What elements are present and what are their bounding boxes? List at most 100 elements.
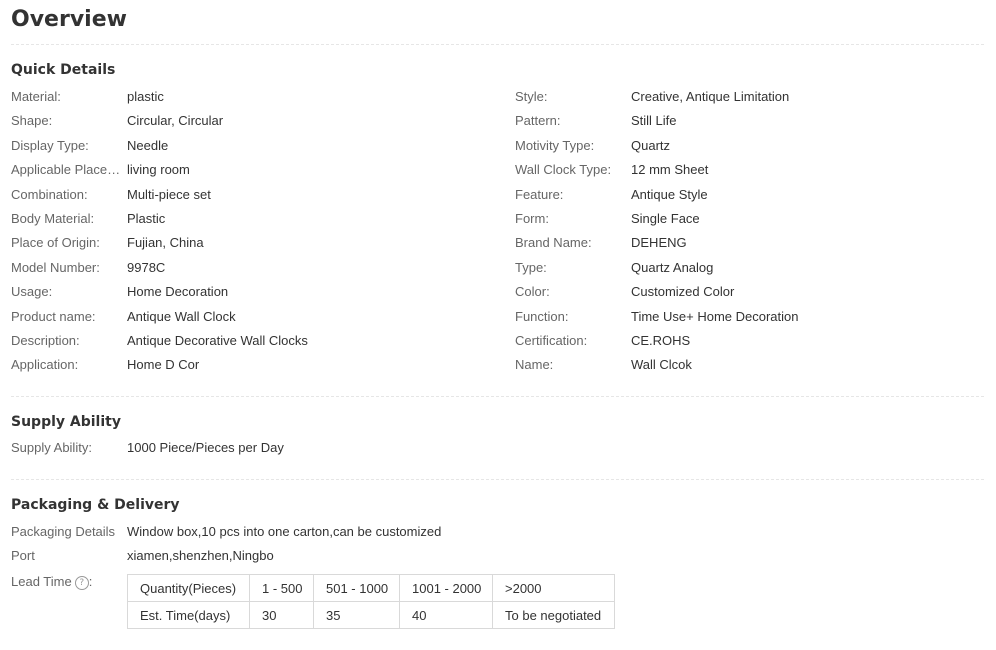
- attribute-label: Body Material:: [11, 211, 95, 226]
- table-row: Quantity(Pieces) 1 - 500 501 - 1000 1001…: [127, 574, 615, 602]
- attribute-row: Description: Antique Decorative Wall Cloc…: [11, 332, 491, 350]
- attribute-row: Body Material: Plastic: [11, 210, 491, 228]
- attribute-row: Combination: Multi-piece set: [11, 186, 491, 204]
- table-cell: 501 - 1000: [313, 574, 400, 602]
- packaging-title: Packaging & Delivery: [11, 497, 180, 513]
- table-cell: 1 - 500: [249, 574, 314, 602]
- table-cell: 1001 - 2000: [399, 574, 493, 602]
- attribute-label: Description:: [11, 333, 80, 348]
- attribute-value: CE.ROHS: [631, 333, 691, 348]
- attribute-label: Place of Origin:: [11, 235, 100, 250]
- attribute-label: Pattern:: [515, 113, 561, 128]
- attribute-row: Shape: Circular, Circular: [11, 112, 491, 130]
- attribute-row: Pattern: Still Life: [515, 112, 995, 130]
- page-title: Overview: [11, 7, 127, 32]
- attribute-row: Certification: CE.ROHS: [515, 332, 995, 350]
- attribute-value: Antique Wall Clock: [127, 309, 236, 324]
- attribute-label: Shape:: [11, 113, 53, 128]
- attribute-value: Home D Cor: [127, 357, 200, 372]
- lead-time-label-group: Lead Time?:: [11, 573, 92, 591]
- attribute-label: Combination:: [11, 187, 88, 202]
- attribute-value: 9978C: [127, 260, 166, 275]
- table-cell: To be negotiated: [492, 601, 615, 629]
- table-cell: >2000: [492, 574, 615, 602]
- attribute-row: Wall Clock Type: 12 mm Sheet: [515, 161, 995, 179]
- attribute-value: Time Use+ Home Decoration: [631, 309, 799, 324]
- attribute-value: Multi-piece set: [127, 187, 211, 202]
- divider: [11, 396, 984, 397]
- attribute-value: Antique Decorative Wall Clocks: [127, 333, 308, 348]
- attribute-label: Style:: [515, 89, 548, 104]
- attribute-value: Antique Style: [631, 187, 708, 202]
- attribute-value: Single Face: [631, 211, 700, 226]
- lead-time-colon: :: [88, 574, 93, 589]
- attribute-label: Form:: [515, 211, 549, 226]
- attribute-label: Color:: [515, 284, 550, 299]
- table-row: Est. Time(days) 30 35 40 To be negotiate…: [127, 601, 615, 629]
- supply-ability-label: Supply Ability:: [11, 440, 92, 455]
- attribute-row: Function: Time Use+ Home Decoration: [515, 308, 995, 326]
- attribute-label: Wall Clock Type:: [515, 162, 612, 177]
- table-cell: Quantity(Pieces): [127, 574, 250, 602]
- attribute-row: Feature: Antique Style: [515, 186, 995, 204]
- attribute-row: Applicable Placem... living room: [11, 161, 491, 179]
- supply-ability-title: Supply Ability: [11, 414, 121, 430]
- divider: [11, 44, 984, 45]
- table-cell: 40: [399, 601, 493, 629]
- table-cell: 35: [313, 601, 400, 629]
- attribute-label: Brand Name:: [515, 235, 592, 250]
- help-icon[interactable]: ?: [74, 575, 89, 590]
- attribute-row: Display Type: Needle: [11, 137, 491, 155]
- attribute-value: Still Life: [631, 113, 677, 128]
- attribute-label: Usage:: [11, 284, 53, 299]
- port-label: Port: [11, 548, 35, 563]
- attribute-value: plastic: [127, 89, 164, 104]
- attribute-label: Certification:: [515, 333, 588, 348]
- attribute-row: Usage: Home Decoration: [11, 283, 491, 301]
- attribute-row: Place of Origin: Fujian, China: [11, 234, 491, 252]
- port-row: Port xiamen,shenzhen,Ningbo: [11, 547, 611, 565]
- attribute-row: Material: plastic: [11, 88, 491, 106]
- attribute-row: Model Number: 9978C: [11, 259, 491, 277]
- attribute-label: Motivity Type:: [515, 138, 595, 153]
- attribute-value: Plastic: [127, 211, 166, 226]
- attribute-row: Application: Home D Cor: [11, 356, 491, 374]
- attribute-row: Motivity Type: Quartz: [515, 137, 995, 155]
- attribute-label: Name:: [515, 357, 554, 372]
- port-value: xiamen,shenzhen,Ningbo: [127, 548, 274, 563]
- attribute-value: Quartz: [631, 138, 671, 153]
- attribute-row: Brand Name: DEHENG: [515, 234, 995, 252]
- attribute-label: Function:: [515, 309, 569, 324]
- attribute-value: 12 mm Sheet: [631, 162, 709, 177]
- attribute-label: Material:: [11, 89, 61, 104]
- attribute-value: Creative, Antique Limitation: [631, 89, 790, 104]
- attribute-row: Color: Customized Color: [515, 283, 995, 301]
- attribute-row: Type: Quartz Analog: [515, 259, 995, 277]
- attribute-value: Home Decoration: [127, 284, 229, 299]
- attribute-label: Application:: [11, 357, 79, 372]
- attribute-row: Product name: Antique Wall Clock: [11, 308, 491, 326]
- attribute-label: Type:: [515, 260, 547, 275]
- packaging-details-row: Packaging Details Window box,10 pcs into…: [11, 523, 611, 541]
- attribute-value: Needle: [127, 138, 169, 153]
- attribute-label: Product name:: [11, 309, 96, 324]
- attribute-value: Quartz Analog: [631, 260, 714, 275]
- attribute-value: living room: [127, 162, 190, 177]
- attribute-label: Model Number:: [11, 260, 100, 275]
- packaging-details-label: Packaging Details: [11, 524, 116, 539]
- attribute-value: Wall Clcok: [631, 357, 692, 372]
- attribute-row: Name: Wall Clcok: [515, 356, 995, 374]
- supply-ability-row: Supply Ability: 1000 Piece/Pieces per Da…: [11, 439, 491, 457]
- attribute-label: Feature:: [515, 187, 564, 202]
- lead-time-table: Quantity(Pieces) 1 - 500 501 - 1000 1001…: [127, 574, 615, 629]
- attribute-value: Fujian, China: [127, 235, 204, 250]
- attribute-label: Display Type:: [11, 138, 89, 153]
- packaging-details-value: Window box,10 pcs into one carton,can be…: [127, 524, 442, 539]
- table-cell: Est. Time(days): [127, 601, 250, 629]
- supply-ability-value: 1000 Piece/Pieces per Day: [127, 440, 284, 455]
- lead-time-label: Lead Time: [11, 574, 72, 589]
- attribute-row: Form: Single Face: [515, 210, 995, 228]
- attribute-value: Customized Color: [631, 284, 735, 299]
- attribute-label: Applicable Placem...: [11, 162, 126, 177]
- attribute-value: Circular, Circular: [127, 113, 224, 128]
